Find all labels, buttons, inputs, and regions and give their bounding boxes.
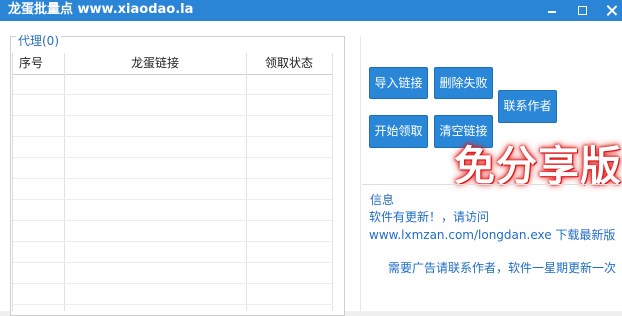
table-row[interactable]	[13, 284, 333, 305]
table-row[interactable]	[13, 179, 333, 200]
app-window: 龙蛋批量点 www.xiaodao.la 代理(0) 序号 龙蛋链接 领取状态	[0, 0, 622, 316]
table-row[interactable]	[13, 116, 333, 137]
table-row[interactable]	[13, 137, 333, 158]
maximize-icon	[577, 6, 587, 15]
ad-contact-text: 需要广告请联系作者，软件一星期更新一次	[388, 261, 617, 275]
close-icon	[606, 5, 617, 16]
close-button[interactable]	[596, 0, 622, 21]
table-header: 序号 龙蛋链接 领取状态	[13, 53, 333, 75]
table-row[interactable]	[13, 158, 333, 179]
column-header-status[interactable]: 领取状态	[265, 53, 313, 74]
table-row[interactable]	[13, 242, 333, 263]
column-header-index[interactable]: 序号	[19, 53, 43, 74]
download-url-text[interactable]: www.lxmzan.com/longdan.exe 下载最新版	[369, 227, 615, 243]
title-bar[interactable]: 龙蛋批量点 www.xiaodao.la	[0, 0, 622, 21]
table-row[interactable]	[13, 95, 333, 116]
update-notice-text: 软件有更新！，请访问	[369, 210, 490, 224]
table-row[interactable]	[13, 200, 333, 221]
table-row[interactable]	[13, 263, 333, 284]
contact-author-button[interactable]: 联系作者	[498, 90, 557, 123]
minimize-icon	[548, 10, 556, 13]
column-header-link[interactable]: 龙蛋链接	[131, 53, 179, 74]
start-claim-button[interactable]: 开始领取	[369, 115, 428, 148]
minimize-button[interactable]	[537, 0, 567, 21]
links-table[interactable]: 序号 龙蛋链接 领取状态	[12, 53, 333, 311]
window-title: 龙蛋批量点 www.xiaodao.la	[8, 2, 194, 17]
delete-failed-button[interactable]: 删除失败	[434, 67, 493, 99]
maximize-button[interactable]	[567, 0, 597, 21]
import-links-button[interactable]: 导入链接	[369, 67, 428, 99]
table-row[interactable]	[13, 221, 333, 242]
proxy-group-title: 代理(0)	[16, 34, 61, 48]
panel-divider	[360, 36, 361, 311]
table-row[interactable]	[13, 74, 333, 95]
info-group-title: 信息	[369, 192, 396, 208]
info-group-border	[362, 184, 622, 185]
